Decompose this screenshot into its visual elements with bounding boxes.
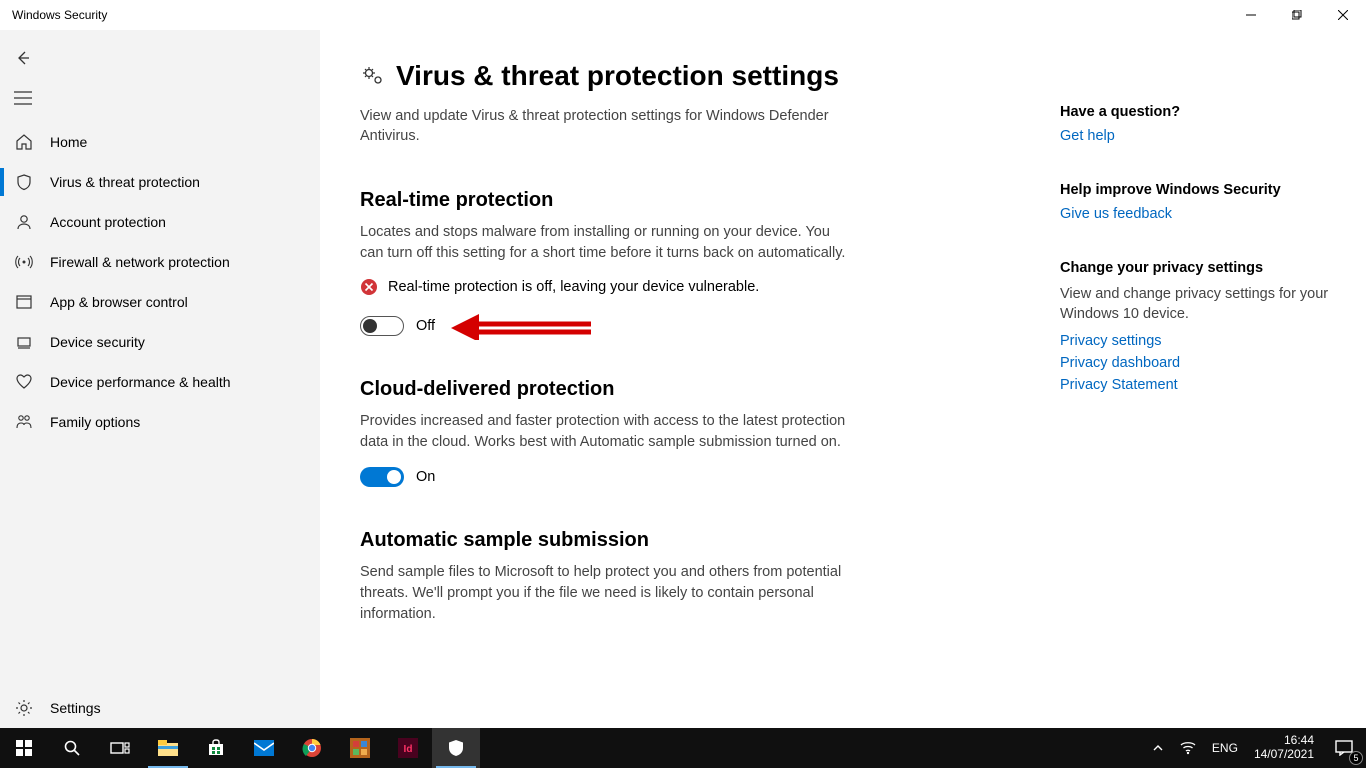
privacy-heading: Change your privacy settings xyxy=(1060,260,1340,276)
titlebar: Windows Security xyxy=(0,0,1366,30)
heart-icon xyxy=(14,372,34,392)
window-controls xyxy=(1228,0,1366,30)
sidebar-item-label: Device security xyxy=(50,334,145,350)
hamburger-button[interactable] xyxy=(0,78,320,118)
antenna-icon xyxy=(14,252,34,272)
realtime-warning: Real-time protection is off, leaving you… xyxy=(360,278,1020,296)
sidebar-item-label: Device performance & health xyxy=(50,374,231,390)
chip-icon xyxy=(14,332,34,352)
sidebar-item-app-browser[interactable]: App & browser control xyxy=(0,282,320,322)
wifi-icon[interactable] xyxy=(1172,728,1204,768)
taskview-button[interactable] xyxy=(96,728,144,768)
error-icon xyxy=(360,278,378,296)
help-block: Have a question? Get help xyxy=(1060,104,1340,144)
sidebar-item-account[interactable]: Account protection xyxy=(0,202,320,242)
page-subtitle: View and update Virus & threat protectio… xyxy=(360,106,850,147)
page-header: Virus & threat protection settings xyxy=(360,60,1020,92)
cloud-heading: Cloud-delivered protection xyxy=(360,378,1020,401)
sidebar-item-family[interactable]: Family options xyxy=(0,402,320,442)
gear-icon xyxy=(14,698,34,718)
cloud-toggle[interactable] xyxy=(360,467,404,487)
sidebar-item-label: Account protection xyxy=(50,214,166,230)
system-tray: ENG 16:44 14/07/2021 5 xyxy=(1144,728,1366,768)
family-icon xyxy=(14,412,34,432)
sidebar-item-label: Firewall & network protection xyxy=(50,254,230,270)
person-icon xyxy=(14,212,34,232)
get-help-link[interactable]: Get help xyxy=(1060,128,1340,144)
cloud-toggle-label: On xyxy=(416,469,435,485)
sidebar-item-label: App & browser control xyxy=(50,294,188,310)
sidebar-item-label: Family options xyxy=(50,414,140,430)
shield-icon xyxy=(14,172,34,192)
realtime-warning-text: Real-time protection is off, leaving you… xyxy=(388,279,759,295)
notification-badge: 5 xyxy=(1349,751,1363,765)
gears-icon xyxy=(360,63,386,89)
start-button[interactable] xyxy=(0,728,48,768)
explorer-taskbar-icon[interactable] xyxy=(144,728,192,768)
app1-taskbar-icon[interactable] xyxy=(336,728,384,768)
sidebar-item-virus[interactable]: Virus & threat protection xyxy=(0,162,320,202)
section-cloud: Cloud-delivered protection Provides incr… xyxy=(360,378,1020,487)
back-button[interactable] xyxy=(0,38,320,78)
privacy-block: Change your privacy settings View and ch… xyxy=(1060,260,1340,393)
language-text: ENG xyxy=(1212,741,1238,755)
security-taskbar-icon[interactable] xyxy=(432,728,480,768)
search-button[interactable] xyxy=(48,728,96,768)
indesign-taskbar-icon[interactable]: Id xyxy=(384,728,432,768)
clock-time: 16:44 xyxy=(1284,734,1314,748)
sidebar-item-label: Settings xyxy=(50,700,101,716)
privacy-desc: View and change privacy settings for you… xyxy=(1060,284,1340,325)
window-icon xyxy=(14,292,34,312)
improve-block: Help improve Windows Security Give us fe… xyxy=(1060,182,1340,222)
realtime-toggle-label: Off xyxy=(416,318,435,334)
clock[interactable]: 16:44 14/07/2021 xyxy=(1246,734,1322,762)
sidebar-item-device-sec[interactable]: Device security xyxy=(0,322,320,362)
autosample-desc: Send sample files to Microsoft to help p… xyxy=(360,562,850,625)
maximize-button[interactable] xyxy=(1274,0,1320,30)
autosample-heading: Automatic sample submission xyxy=(360,529,1020,552)
sidebar-item-label: Virus & threat protection xyxy=(50,174,200,190)
annotation-arrow xyxy=(451,316,591,336)
store-taskbar-icon[interactable] xyxy=(192,728,240,768)
page-title: Virus & threat protection settings xyxy=(396,60,839,92)
section-autosample: Automatic sample submission Send sample … xyxy=(360,529,1020,625)
clock-date: 14/07/2021 xyxy=(1254,748,1314,762)
realtime-toggle-row: Off xyxy=(360,316,1020,336)
mail-taskbar-icon[interactable] xyxy=(240,728,288,768)
taskbar: Id ENG 16:44 14/07/2021 5 xyxy=(0,728,1366,768)
svg-text:Id: Id xyxy=(404,744,413,755)
chrome-taskbar-icon[interactable] xyxy=(288,728,336,768)
main-column: Virus & threat protection settings View … xyxy=(360,60,1020,728)
sidebar: Home Virus & threat protection Account p… xyxy=(0,30,320,728)
action-center-button[interactable]: 5 xyxy=(1322,728,1366,768)
app-body: Home Virus & threat protection Account p… xyxy=(0,30,1366,728)
improve-heading: Help improve Windows Security xyxy=(1060,182,1340,198)
home-icon xyxy=(14,132,34,152)
realtime-heading: Real-time protection xyxy=(360,189,1020,212)
tray-chevron[interactable] xyxy=(1144,728,1172,768)
feedback-link[interactable]: Give us feedback xyxy=(1060,206,1340,222)
close-button[interactable] xyxy=(1320,0,1366,30)
privacy-settings-link[interactable]: Privacy settings xyxy=(1060,333,1340,349)
realtime-toggle[interactable] xyxy=(360,316,404,336)
cloud-toggle-row: On xyxy=(360,467,1020,487)
privacy-dashboard-link[interactable]: Privacy dashboard xyxy=(1060,355,1340,371)
window-title: Windows Security xyxy=(12,8,107,22)
side-column: Have a question? Get help Help improve W… xyxy=(1060,60,1340,728)
minimize-button[interactable] xyxy=(1228,0,1274,30)
privacy-statement-link[interactable]: Privacy Statement xyxy=(1060,377,1340,393)
sidebar-item-label: Home xyxy=(50,134,87,150)
section-realtime: Real-time protection Locates and stops m… xyxy=(360,189,1020,336)
sidebar-item-perf-health[interactable]: Device performance & health xyxy=(0,362,320,402)
question-heading: Have a question? xyxy=(1060,104,1340,120)
realtime-desc: Locates and stops malware from installin… xyxy=(360,222,850,264)
cloud-desc: Provides increased and faster protection… xyxy=(360,411,850,453)
sidebar-item-home[interactable]: Home xyxy=(0,122,320,162)
sidebar-item-firewall[interactable]: Firewall & network protection xyxy=(0,242,320,282)
content-area: Virus & threat protection settings View … xyxy=(320,30,1366,728)
sidebar-item-settings[interactable]: Settings xyxy=(0,688,320,728)
language-indicator[interactable]: ENG xyxy=(1204,728,1246,768)
